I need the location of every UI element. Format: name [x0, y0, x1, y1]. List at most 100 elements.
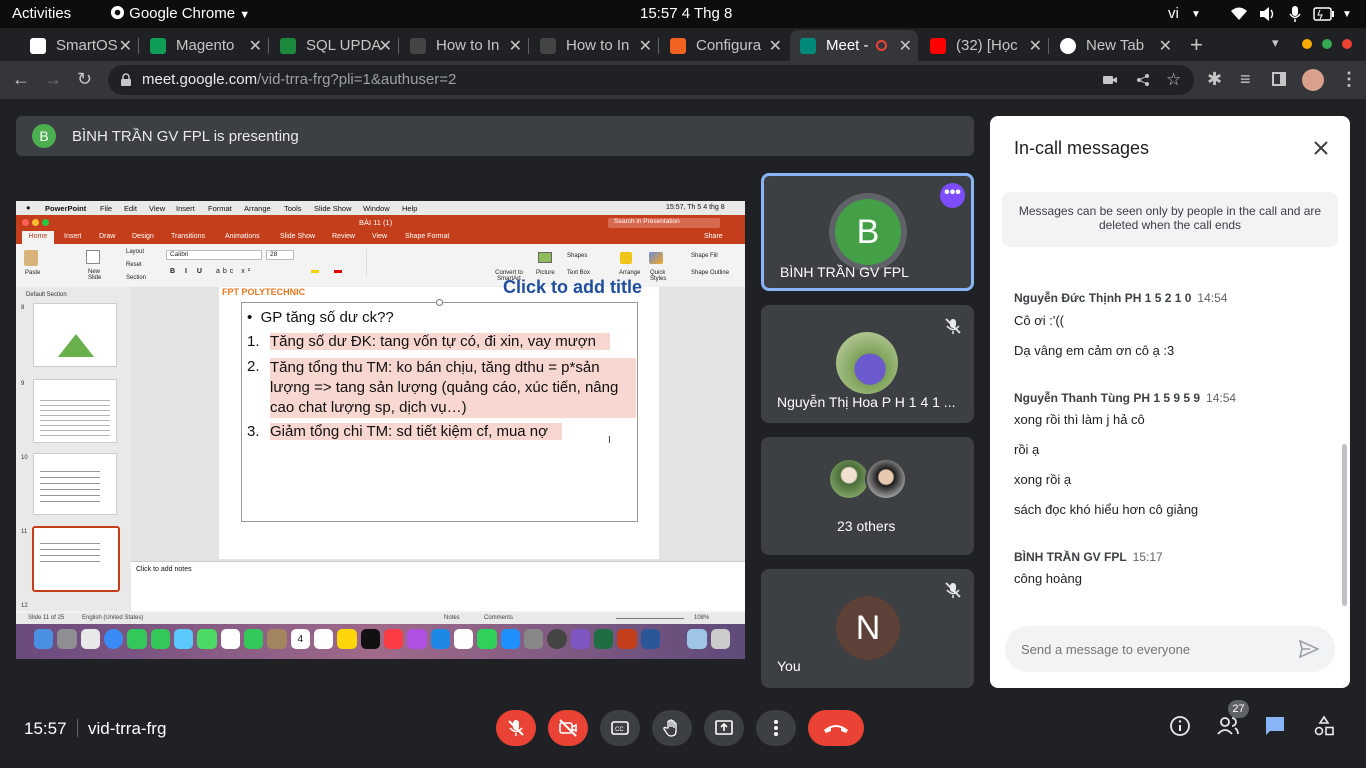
browser-tab[interactable]: How to In ✕	[530, 30, 658, 61]
microphone-muted-icon	[945, 318, 961, 334]
menu-format: Format	[208, 204, 232, 213]
browser-menu-icon[interactable]: ⋮	[1340, 69, 1358, 89]
browser-tab[interactable]: Configura ✕	[660, 30, 788, 61]
toggle-microphone-button[interactable]	[496, 710, 536, 746]
send-icon[interactable]	[1299, 640, 1319, 658]
browser-tab[interactable]: New Tab ✕	[1050, 30, 1178, 61]
maximize-window-button[interactable]	[1322, 39, 1332, 49]
tab-favicon-icon	[540, 37, 556, 54]
menu-edit: Edit	[124, 204, 137, 213]
captions-button[interactable]: CC	[600, 710, 640, 746]
input-language[interactable]: vi	[1168, 5, 1179, 22]
side-panel-icon[interactable]	[1272, 72, 1286, 86]
browser-tab[interactable]: Magento ✕	[140, 30, 268, 61]
forward-icon[interactable]: →	[44, 69, 62, 89]
meeting-details-icon[interactable]	[1169, 715, 1191, 737]
bookmark-star-icon[interactable]: ☆	[1166, 65, 1181, 95]
system-clock[interactable]: 15:57 4 Thg 8	[640, 5, 732, 22]
item-text: Tăng số dư ĐK: tang vốn tự có, đi xin, v…	[270, 333, 610, 350]
message-sender: Nguyễn Đức Thịnh PH 1 5 2 1 0 14:54	[1014, 291, 1227, 305]
thumb-number: 11	[21, 529, 28, 535]
minimize-window-button[interactable]	[1302, 39, 1312, 49]
browser-tab-active[interactable]: Meet - ✕	[790, 30, 918, 61]
browser-tab[interactable]: SQL UPDA ✕	[270, 30, 398, 61]
more-options-button[interactable]	[756, 710, 796, 746]
participant-photo	[828, 458, 870, 500]
close-window-button[interactable]	[1342, 39, 1352, 49]
ribbon-arrange-label: Arrange	[619, 270, 641, 276]
back-icon[interactable]: ←	[12, 69, 30, 89]
raise-hand-button[interactable]	[652, 710, 692, 746]
reload-icon[interactable]: ↻	[77, 69, 92, 89]
meeting-control-bar: 15:57 vid-trra-frg CC 27	[0, 700, 1366, 768]
tab-title: (32) [Học	[956, 37, 1018, 54]
close-tab-icon[interactable]: ✕	[249, 36, 262, 56]
browser-tab[interactable]: SmartOS ✕	[20, 30, 138, 61]
camera-in-use-icon[interactable]	[1102, 74, 1118, 86]
battery-icon[interactable]	[1313, 7, 1335, 21]
mac-dock: 4	[16, 624, 745, 659]
item-number: 1.	[247, 333, 260, 350]
tab-favicon-icon	[30, 37, 46, 54]
sender-name: Nguyễn Thanh Tùng PH 1 5 9 5 9	[1014, 391, 1201, 405]
media-control-icon[interactable]: ≡	[1240, 69, 1251, 89]
extensions-icon[interactable]: ✱	[1207, 69, 1222, 89]
participant-tile-self[interactable]: N You	[761, 569, 974, 688]
close-tab-icon[interactable]: ✕	[119, 36, 132, 56]
participant-tile-others[interactable]: 23 others	[761, 437, 974, 555]
ribbon-tab-design: Design	[132, 233, 154, 240]
tab-search-icon[interactable]: ▾	[1272, 35, 1279, 51]
status-notes: Notes	[444, 615, 460, 621]
divider	[77, 719, 78, 737]
present-now-button[interactable]	[704, 710, 744, 746]
close-tab-icon[interactable]: ✕	[769, 36, 782, 56]
menu-view: View	[149, 204, 166, 213]
activities-shapes-icon[interactable]	[1313, 715, 1335, 737]
close-panel-icon[interactable]	[1313, 140, 1329, 156]
ribbon-tab-slideshow: Slide Show	[280, 233, 316, 240]
browser-tab[interactable]: How to In ✕	[400, 30, 528, 61]
slide-canvas-area: FPT POLYTECHNIC Click to add title • GP …	[131, 277, 745, 561]
participant-tile-presenter[interactable]: B ••• BÌNH TRẦN GV FPL	[761, 173, 974, 291]
close-tab-icon[interactable]: ✕	[1159, 36, 1172, 56]
close-tab-icon[interactable]: ✕	[1029, 36, 1042, 56]
wifi-icon[interactable]	[1230, 6, 1248, 22]
close-tab-icon[interactable]: ✕	[379, 36, 392, 56]
browser-tab[interactable]: (32) [Học ✕	[920, 30, 1048, 61]
shared-screen: ● PowerPoint File Edit View Insert Forma…	[16, 201, 745, 659]
paragraph-group	[366, 249, 476, 277]
more-options-icon[interactable]: •••	[940, 183, 965, 208]
ribbon-tab-insert: Insert	[64, 233, 82, 240]
text-cursor-icon: I	[608, 435, 611, 446]
present-screen-icon	[715, 720, 733, 735]
menu-file: File	[100, 204, 113, 213]
presenting-text: BÌNH TRẦN GV FPL is presenting	[72, 128, 299, 145]
close-tab-icon[interactable]: ✕	[509, 36, 522, 56]
close-tab-icon[interactable]: ✕	[899, 36, 912, 56]
chat-icon-active[interactable]	[1264, 715, 1286, 737]
lock-icon[interactable]	[120, 73, 132, 87]
chat-scrollbar[interactable]	[1342, 444, 1347, 606]
participant-photo	[865, 458, 907, 500]
volume-icon[interactable]	[1258, 6, 1276, 22]
ribbon-layout-label: Layout	[126, 249, 145, 255]
profile-avatar[interactable]	[1302, 69, 1324, 91]
in-call-messages-panel: In-call messages Messages can be seen on…	[990, 116, 1350, 688]
share-icon[interactable]	[1136, 73, 1150, 87]
participant-name: BÌNH TRẦN GV FPL	[780, 264, 909, 280]
active-app-menu[interactable]: Google Chrome ▼	[110, 5, 250, 22]
message-input[interactable]	[1021, 638, 1291, 660]
message-time: 14:54	[1197, 291, 1228, 305]
os-top-bar: Activities Google Chrome ▼ 15:57 4 Thg 8…	[0, 0, 1366, 28]
toggle-camera-button[interactable]	[548, 710, 588, 746]
ribbon-shape-fill-label: Shape Fill	[691, 253, 718, 259]
people-icon[interactable]	[1216, 715, 1240, 737]
close-tab-icon[interactable]: ✕	[639, 36, 652, 56]
activities-button[interactable]: Activities	[12, 5, 71, 22]
leave-call-button[interactable]	[808, 710, 864, 746]
new-tab-button[interactable]: +	[1190, 32, 1203, 58]
meeting-code[interactable]: vid-trra-frg	[88, 719, 166, 739]
microphone-icon[interactable]	[1288, 5, 1302, 23]
address-bar[interactable]: meet.google.com/vid-trra-frg?pli=1&authu…	[108, 65, 1194, 95]
participant-tile[interactable]: Nguyễn Thị Hoa P H 1 4 1 ...	[761, 305, 974, 423]
